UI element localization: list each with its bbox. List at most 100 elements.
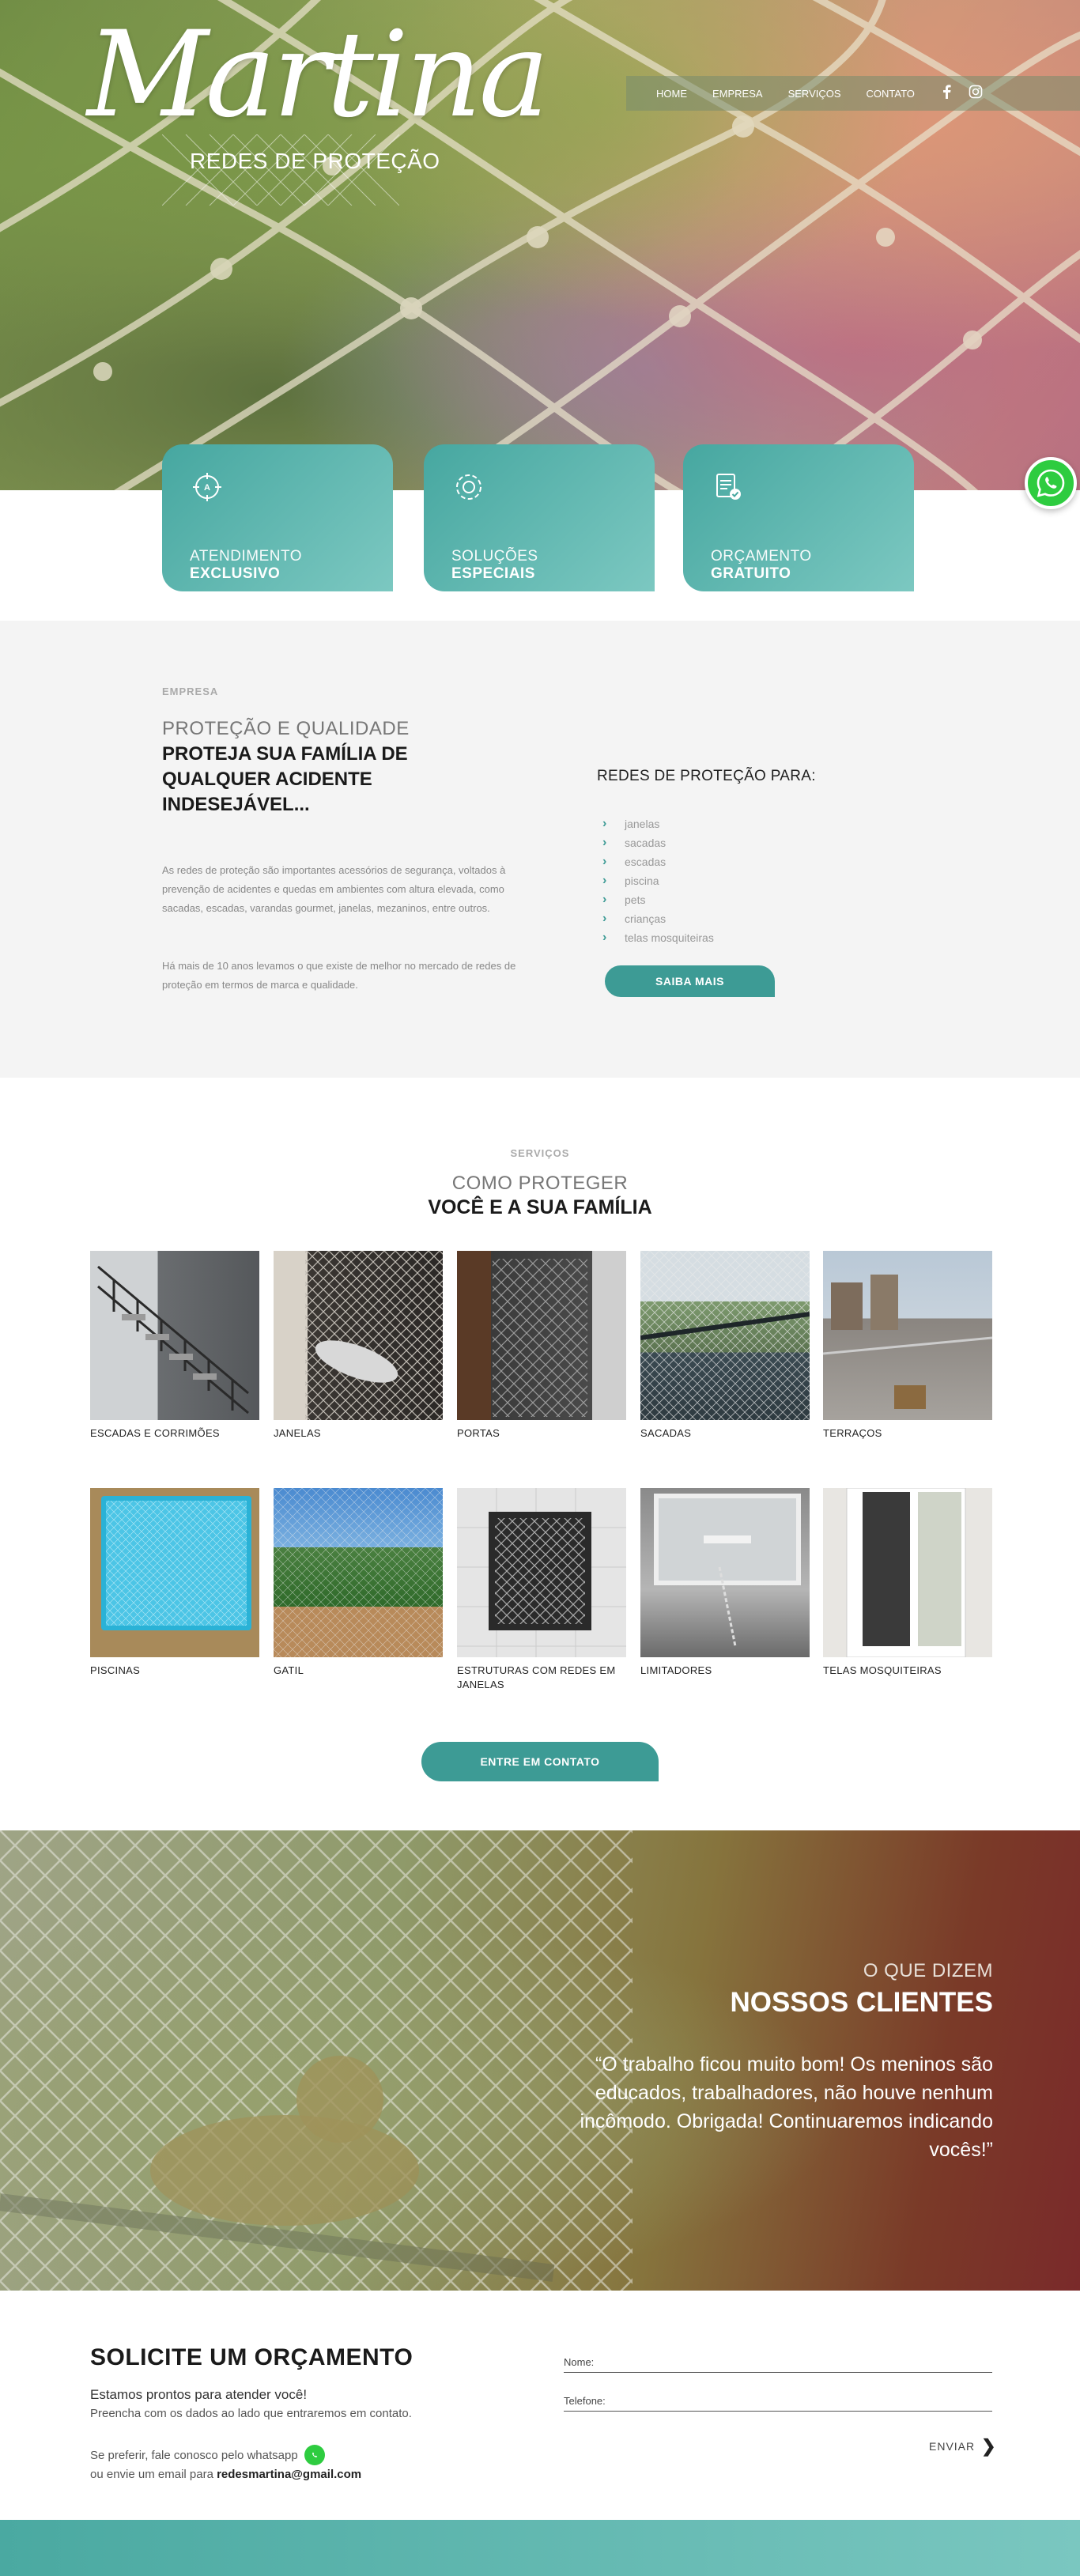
chevron-right-icon: ›	[602, 836, 607, 849]
service-item-estruturas[interactable]: ESTRUTURAS COM REDES EM JANELAS	[457, 1488, 626, 1692]
gear-icon	[456, 474, 481, 500]
logo-script-text: Martina	[87, 6, 549, 144]
chevron-right-icon: ›	[602, 912, 607, 925]
service-item-sacadas[interactable]: SACADAS	[640, 1251, 810, 1441]
service-item-escadas[interactable]: ESCADAS E CORRIMÕES	[90, 1251, 259, 1441]
service-image	[823, 1251, 992, 1420]
empresa-section: EMPRESA PROTEÇÃO E QUALIDADE PROTEJA SUA…	[0, 621, 1080, 1078]
service-caption: LIMITADORES	[640, 1664, 712, 1676]
section-title-bold: PROTEJA SUA FAMÍLIA DE QUALQUER ACIDENTE…	[162, 743, 408, 815]
section-title-bold: VOCÊ E A SUA FAMÍLIA	[428, 1196, 652, 1218]
feature-line2: ESPECIAIS	[451, 565, 535, 582]
contact-email-link[interactable]: redesmartina@gmail.com	[217, 2468, 361, 2481]
service-image	[457, 1488, 626, 1657]
service-image	[90, 1251, 259, 1420]
whatsapp-icon[interactable]	[304, 2445, 325, 2465]
service-caption: PORTAS	[457, 1427, 500, 1439]
service-item-gatil[interactable]: GATIL	[274, 1488, 443, 1678]
service-item-limitadores[interactable]: LIMITADORES	[640, 1488, 810, 1678]
service-image	[274, 1488, 443, 1657]
enviar-button[interactable]: ENVIAR ❯	[929, 2436, 997, 2457]
contact-title: SOLICITE UM ORÇAMENTO	[90, 2344, 413, 2370]
list-item: › piscina	[602, 871, 714, 890]
list-item-label: telas mosquiteiras	[625, 931, 714, 944]
feature-card-atendimento: A ATENDIMENTO EXCLUSIVO	[162, 444, 393, 591]
chevron-right-icon: ›	[602, 855, 607, 868]
svg-text:A: A	[204, 483, 210, 493]
enviar-label: ENVIAR	[929, 2440, 976, 2453]
phone-field[interactable]: Telefone:	[564, 2394, 992, 2412]
empresa-paragraph-1: As redes de proteção são importantes ace…	[162, 864, 506, 914]
feature-card-solucoes: SOLUÇÕES ESPECIAIS	[424, 444, 655, 591]
service-image	[640, 1251, 810, 1420]
instagram-icon[interactable]	[969, 85, 983, 103]
list-item-label: janelas	[625, 818, 660, 830]
service-caption: GATIL	[274, 1664, 304, 1676]
servicos-section: SERVIÇOS COMO PROTEGER VOCÊ E A SUA FAMÍ…	[0, 1078, 1080, 1830]
service-item-telas[interactable]: TELAS MOSQUITEIRAS	[823, 1488, 992, 1678]
service-item-portas[interactable]: PORTAS	[457, 1251, 626, 1441]
entre-em-contato-button[interactable]: ENTRE EM CONTATO	[421, 1742, 659, 1781]
contact-section: SOLICITE UM ORÇAMENTO Estamos prontos pa…	[0, 2291, 1080, 2520]
contact-whatsapp-line: Se preferir, fale conosco pelo whatsapp	[90, 2445, 325, 2465]
protection-list: › janelas › sacadas › escadas › piscina › pet…	[602, 814, 714, 947]
facebook-icon[interactable]	[942, 84, 951, 103]
feature-line1: ATENDIMENTO	[190, 548, 303, 565]
feature-line2: GRATUITO	[711, 565, 791, 582]
list-item: › crianças	[602, 909, 714, 928]
social-links	[942, 84, 983, 103]
service-item-piscinas[interactable]: PISCINAS	[90, 1488, 259, 1678]
nav-home[interactable]: HOME	[656, 88, 687, 100]
service-image	[640, 1488, 810, 1657]
whatsapp-float-button[interactable]	[1025, 457, 1077, 509]
service-caption: SACADAS	[640, 1427, 692, 1439]
service-image	[90, 1488, 259, 1657]
empresa-paragraph-2: Há mais de 10 anos levamos o que existe …	[162, 960, 516, 991]
service-caption: PISCINAS	[90, 1664, 141, 1676]
name-field[interactable]: Nome:	[564, 2355, 992, 2373]
list-item-label: pets	[625, 893, 646, 906]
list-item: › escadas	[602, 852, 714, 871]
chevron-right-icon: ❯	[981, 2436, 997, 2456]
main-navigation: HOME EMPRESA SERVIÇOS CONTATO	[626, 76, 1080, 111]
hero-banner: Martina REDES DE PROTEÇÃO HOME EMPRESA S…	[0, 0, 1080, 490]
service-item-terracos[interactable]: TERRAÇOS	[823, 1251, 992, 1441]
service-image	[823, 1488, 992, 1657]
logo-subtitle: REDES DE PROTEÇÃO	[190, 149, 440, 173]
list-item-label: crianças	[625, 912, 667, 925]
list-item: › sacadas	[602, 833, 714, 852]
service-caption: TELAS MOSQUITEIRAS	[823, 1664, 942, 1676]
service-caption: ESTRUTURAS COM REDES EM JANELAS	[457, 1664, 616, 1690]
section-title-light: PROTEÇÃO E QUALIDADE	[162, 718, 410, 739]
whatsapp-icon	[1037, 469, 1065, 497]
feature-line1: ORÇAMENTO	[711, 548, 812, 565]
contact-line4-prefix: ou envie um email para	[90, 2468, 213, 2481]
feature-line2: EXCLUSIVO	[190, 565, 281, 582]
footer-bar	[0, 2520, 1080, 2576]
contact-line3: Se preferir, fale conosco pelo whatsapp	[90, 2448, 298, 2462]
document-check-icon	[716, 474, 741, 500]
feature-line1: SOLUÇÕES	[451, 548, 538, 565]
section-kicker: SERVIÇOS	[510, 1147, 570, 1159]
protection-list-title: REDES DE PROTEÇÃO PARA:	[597, 768, 816, 784]
contact-line2: Preencha com os dados ao lado que entrar…	[90, 2407, 412, 2420]
saiba-mais-button[interactable]: SAIBA MAIS	[605, 965, 775, 997]
brand-logo[interactable]: Martina REDES DE PROTEÇÃO	[87, 16, 549, 206]
service-caption: ESCADAS E CORRIMÕES	[90, 1427, 220, 1439]
phone-field-label: Telefone:	[564, 2395, 606, 2407]
features-row: A ATENDIMENTO EXCLUSIVO SOLUÇÕES ESPECIA…	[0, 444, 1080, 621]
contact-line1: Estamos prontos para atender você!	[90, 2387, 308, 2402]
list-item: › telas mosquiteiras	[602, 928, 714, 947]
service-item-janelas[interactable]: JANELAS	[274, 1251, 443, 1441]
list-item-label: piscina	[625, 874, 659, 887]
contact-email-line: ou envie um email para redesmartina@gmai…	[90, 2468, 361, 2481]
nav-servicos[interactable]: SERVIÇOS	[788, 88, 841, 100]
nav-empresa[interactable]: EMPRESA	[712, 88, 763, 100]
service-caption: TERRAÇOS	[823, 1427, 882, 1439]
nav-contato[interactable]: CONTATO	[867, 88, 915, 100]
service-image	[274, 1251, 443, 1420]
feature-card-orcamento: ORÇAMENTO GRATUITO	[683, 444, 914, 591]
service-image	[457, 1251, 626, 1420]
testimonial-quote: “O trabalho ficou muito bom! Os meninos …	[580, 2053, 993, 2161]
list-item: › pets	[602, 890, 714, 909]
